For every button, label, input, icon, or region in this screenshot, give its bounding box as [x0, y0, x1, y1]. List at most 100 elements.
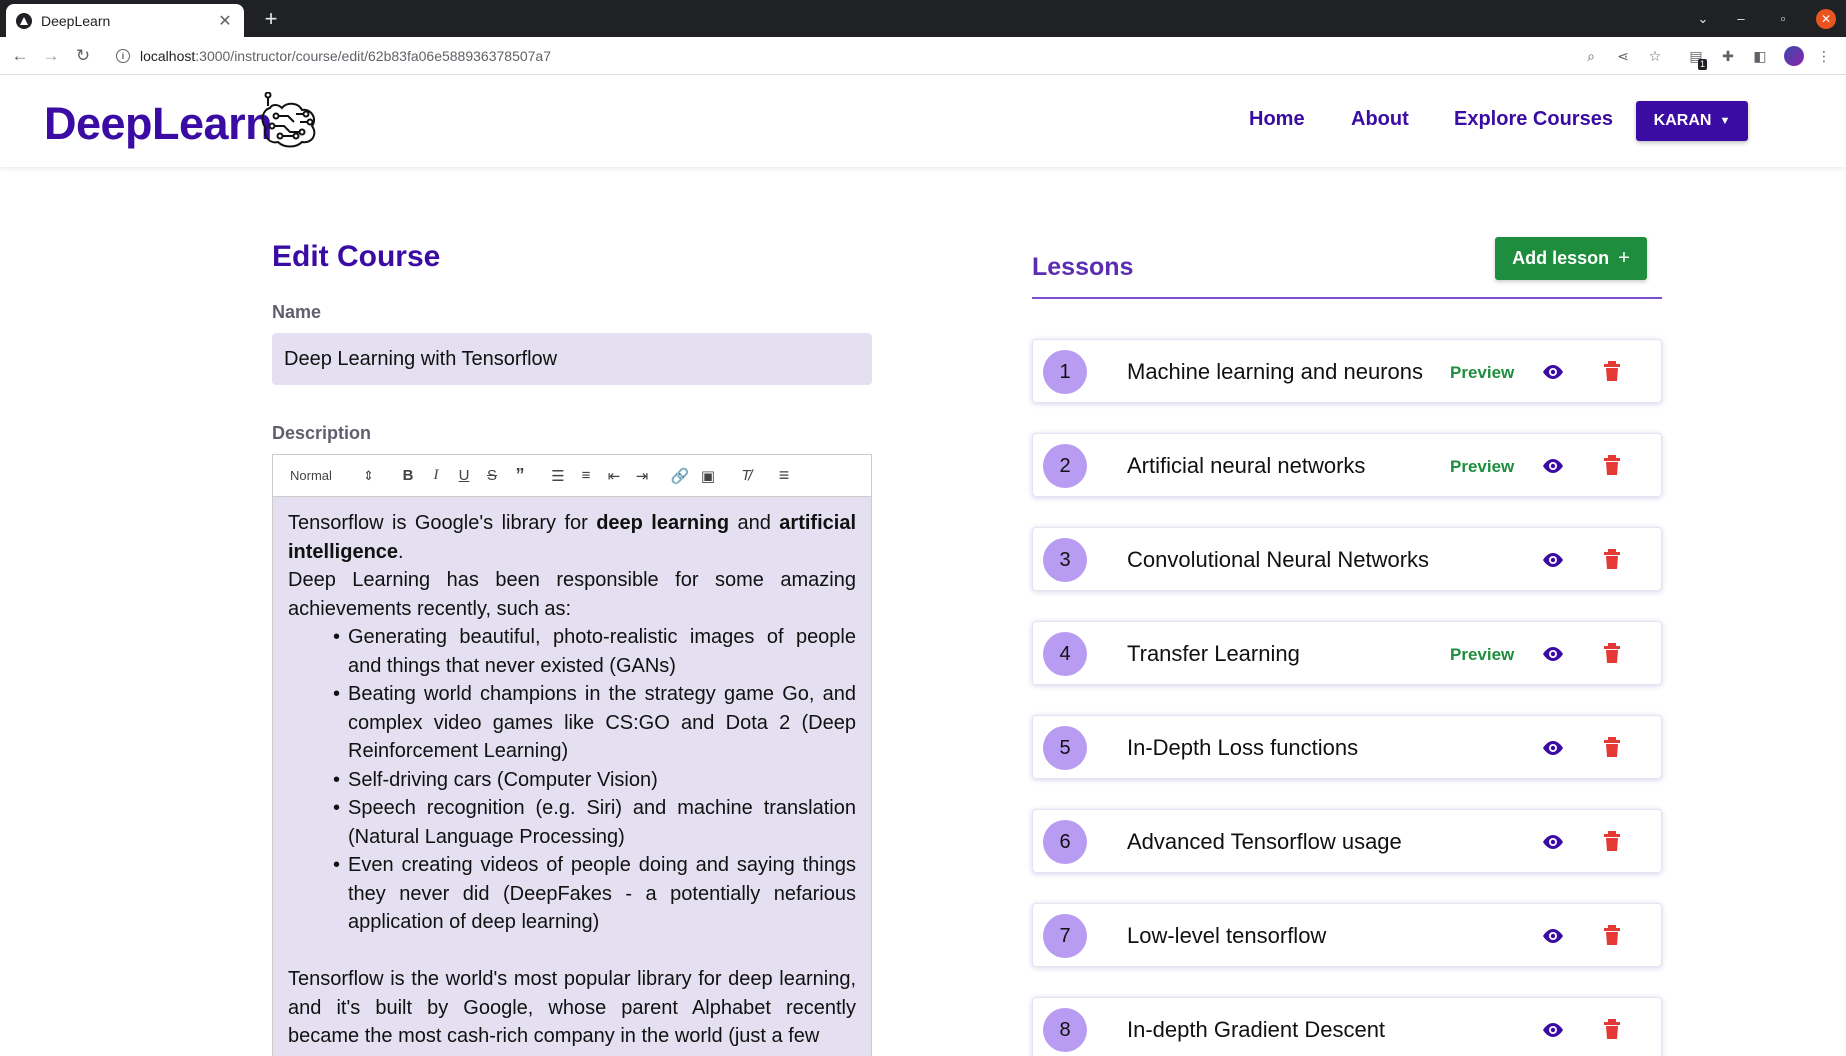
- lesson-card: 3 Convolutional Neural Networks: [1032, 527, 1662, 591]
- site-logo[interactable]: DeepLearn: [44, 98, 273, 150]
- bold-icon[interactable]: B: [394, 464, 422, 488]
- lessons-title: Lessons: [1032, 253, 1134, 281]
- forward-icon[interactable]: →: [40, 45, 62, 67]
- lesson-title[interactable]: Low-level tensorflow: [1127, 923, 1326, 949]
- eye-icon[interactable]: [1541, 643, 1565, 665]
- window-close-icon[interactable]: ✕: [1816, 9, 1836, 29]
- lesson-card: 1 Machine learning and neurons Preview: [1032, 339, 1662, 403]
- nav-about-link[interactable]: About: [1351, 108, 1409, 131]
- browser-tab-bar: DeepLearn ✕ + ⌄ – ▫ ✕: [0, 0, 1846, 37]
- lesson-preview-link[interactable]: Preview: [1450, 645, 1514, 665]
- profile-avatar[interactable]: [1784, 46, 1804, 66]
- format-select[interactable]: Normal ⇕: [290, 468, 382, 484]
- user-menu-button[interactable]: KARAN ▼: [1636, 101, 1748, 141]
- restore-icon[interactable]: ▫: [1772, 9, 1794, 29]
- minimize-icon[interactable]: –: [1730, 9, 1752, 29]
- eye-icon[interactable]: [1541, 737, 1565, 759]
- trash-icon[interactable]: [1603, 454, 1621, 476]
- reload-icon[interactable]: ↻: [72, 45, 94, 67]
- description-paragraph: Deep Learning has been responsible for s…: [288, 569, 856, 620]
- description-bullet-list: Generating beautiful, photo-realistic im…: [333, 623, 856, 937]
- blockquote-icon[interactable]: ”: [506, 464, 534, 488]
- align-icon[interactable]: ≡: [770, 464, 798, 488]
- eye-icon[interactable]: [1541, 455, 1565, 477]
- eye-icon[interactable]: [1541, 549, 1565, 571]
- bullet-item: Self-driving cars (Computer Vision): [333, 766, 856, 795]
- menu-kebab-icon[interactable]: ⋮: [1814, 46, 1834, 66]
- lesson-title[interactable]: Artificial neural networks: [1127, 453, 1365, 479]
- description-paragraph: Tensorflow is the world's most popular l…: [288, 968, 856, 1047]
- browser-tab[interactable]: DeepLearn ✕: [6, 4, 244, 37]
- bold-text: deep learning: [596, 512, 730, 534]
- trash-icon[interactable]: [1603, 1018, 1621, 1040]
- lesson-title[interactable]: In-Depth Loss functions: [1127, 735, 1358, 761]
- lesson-preview-link[interactable]: Preview: [1450, 363, 1514, 383]
- trash-icon[interactable]: [1603, 360, 1621, 382]
- nav-explore-courses-link[interactable]: Explore Courses: [1454, 108, 1613, 131]
- share-icon[interactable]: ⋖: [1613, 46, 1633, 66]
- zoom-icon[interactable]: ⌕: [1581, 46, 1601, 66]
- indent-icon[interactable]: ⇥: [628, 464, 656, 488]
- add-lesson-button[interactable]: Add lesson +: [1495, 237, 1647, 280]
- trash-icon[interactable]: [1603, 736, 1621, 758]
- lesson-card: 5 In-Depth Loss functions: [1032, 715, 1662, 779]
- text-run: and: [729, 512, 780, 534]
- bullet-list-icon[interactable]: ≡: [572, 464, 600, 488]
- trash-icon[interactable]: [1603, 642, 1621, 664]
- url-host: localhost: [140, 48, 196, 64]
- lesson-number: 7: [1043, 914, 1087, 958]
- trash-icon[interactable]: [1603, 548, 1621, 570]
- url-path: :3000/instructor/course/edit/62b83fa06e5…: [195, 48, 551, 64]
- bullet-item: Generating beautiful, photo-realistic im…: [333, 623, 856, 680]
- lesson-title[interactable]: Machine learning and neurons: [1127, 359, 1423, 385]
- lessons-divider: [1032, 297, 1662, 299]
- browser-address-bar: ← → ↻ i localhost:3000/instructor/course…: [0, 37, 1846, 75]
- course-name-input[interactable]: [272, 333, 872, 385]
- strikethrough-icon[interactable]: S: [478, 464, 506, 488]
- lesson-title[interactable]: In-depth Gradient Descent: [1127, 1017, 1385, 1043]
- user-menu-label: KARAN: [1653, 112, 1712, 129]
- editor-toolbar: Normal ⇕ B I U S ” ☰ ≡ ⇤ ⇥ 🔗 ▣ T̸ ≡: [273, 455, 871, 497]
- ordered-list-icon[interactable]: ☰: [544, 464, 572, 488]
- description-content[interactable]: Tensorflow is Google's library for deep …: [273, 497, 871, 1056]
- back-icon[interactable]: ←: [9, 45, 31, 67]
- new-tab-icon[interactable]: +: [258, 6, 284, 32]
- description-editor: Normal ⇕ B I U S ” ☰ ≡ ⇤ ⇥ 🔗 ▣ T̸ ≡ Tens…: [272, 454, 872, 1056]
- lesson-number: 1: [1043, 350, 1087, 394]
- lesson-preview-link[interactable]: Preview: [1450, 457, 1514, 477]
- trash-icon[interactable]: [1603, 830, 1621, 852]
- tab-search-icon[interactable]: ⌄: [1692, 9, 1714, 29]
- bullet-item: Speech recognition (e.g. Siri) and machi…: [333, 794, 856, 851]
- url-field[interactable]: i localhost:3000/instructor/course/edit/…: [106, 42, 1622, 70]
- side-panel-icon[interactable]: ◧: [1750, 46, 1770, 66]
- italic-icon[interactable]: I: [422, 464, 450, 488]
- lesson-title[interactable]: Convolutional Neural Networks: [1127, 547, 1429, 573]
- caret-down-icon: ▼: [1719, 115, 1731, 127]
- site-info-icon[interactable]: i: [116, 49, 130, 63]
- outdent-icon[interactable]: ⇤: [600, 464, 628, 488]
- eye-icon[interactable]: [1541, 925, 1565, 947]
- eye-icon[interactable]: [1541, 831, 1565, 853]
- clear-format-icon[interactable]: T̸: [732, 464, 760, 488]
- nav-home-link[interactable]: Home: [1249, 108, 1305, 131]
- eye-icon[interactable]: [1541, 361, 1565, 383]
- puzzle-icon[interactable]: ✚: [1718, 46, 1738, 66]
- lesson-card: 4 Transfer Learning Preview: [1032, 621, 1662, 685]
- lesson-number: 8: [1043, 1008, 1087, 1052]
- tab-close-icon[interactable]: ✕: [216, 11, 234, 31]
- extension-badge: 1: [1698, 59, 1708, 70]
- link-icon[interactable]: 🔗: [666, 464, 694, 488]
- image-icon[interactable]: ▣: [694, 464, 722, 488]
- site-header: DeepLearn Home About Explore Courses KAR…: [0, 76, 1846, 167]
- circuit-brain-icon: [261, 92, 316, 148]
- lesson-title[interactable]: Transfer Learning: [1127, 641, 1300, 667]
- bullet-item: Beating world champions in the strategy …: [333, 680, 856, 766]
- underline-icon[interactable]: U: [450, 464, 478, 488]
- lesson-title[interactable]: Advanced Tensorflow usage: [1127, 829, 1402, 855]
- description-label: Description: [272, 423, 372, 443]
- bookmark-star-icon[interactable]: ☆: [1645, 46, 1665, 66]
- trash-icon[interactable]: [1603, 924, 1621, 946]
- lesson-number: 6: [1043, 820, 1087, 864]
- lesson-number: 5: [1043, 726, 1087, 770]
- eye-icon[interactable]: [1541, 1019, 1565, 1041]
